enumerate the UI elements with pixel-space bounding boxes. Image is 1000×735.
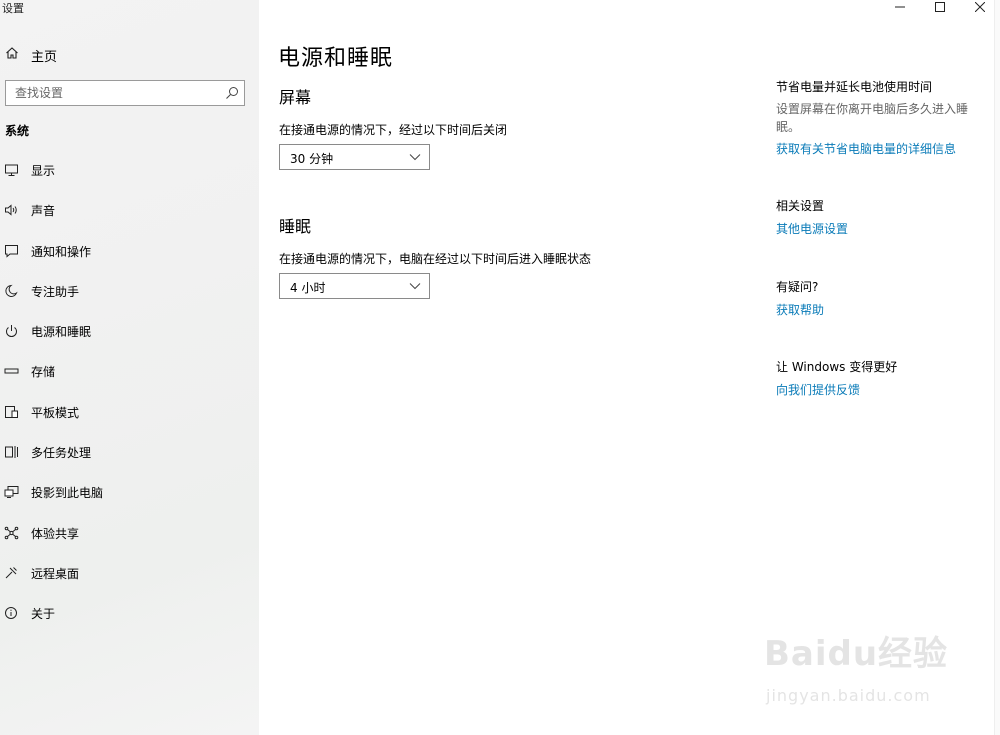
info-icon (5, 607, 17, 620)
search-input[interactable] (6, 81, 216, 105)
sleep-heading: 睡眠 (279, 217, 312, 236)
main-content: 电源和睡眠 屏幕 在接通电源的情况下，经过以下时间后关闭 30 分钟 睡眠 在接… (259, 0, 1000, 735)
window-edge (994, 0, 1000, 735)
sidebar-item-label: 电源和睡眠 (31, 325, 92, 340)
sidebar-item-label: 体验共享 (31, 526, 80, 541)
sidebar-item-label: 声音 (31, 204, 56, 219)
sidebar: 设置 主页 系统 显示 声音 (0, 0, 259, 735)
close-icon (975, 2, 985, 12)
sidebar-item-about[interactable]: 关于 (0, 593, 259, 633)
notification-icon (5, 244, 18, 258)
remote-icon (5, 567, 17, 579)
screen-heading: 屏幕 (279, 88, 312, 107)
search-icon[interactable] (225, 86, 239, 100)
sidebar-item-notifications[interactable]: 通知和操作 (0, 231, 259, 271)
window-title: 设置 (2, 2, 24, 15)
give-feedback-link[interactable]: 向我们提供反馈 (776, 381, 860, 398)
sidebar-item-multitasking[interactable]: 多任务处理 (0, 432, 259, 472)
baidu-watermark: Baidu经验 jingyan.baidu.com (764, 626, 954, 716)
screen-description: 在接通电源的情况下，经过以下时间后关闭 (279, 123, 508, 137)
sidebar-item-tablet-mode[interactable]: 平板模式 (0, 392, 259, 432)
monitor-icon (5, 164, 18, 176)
battery-info-link[interactable]: 获取有关节省电脑电量的详细信息 (776, 140, 956, 157)
sidebar-item-shared-experiences[interactable]: 体验共享 (0, 513, 259, 553)
sidebar-item-label: 多任务处理 (31, 446, 92, 461)
maximize-icon (935, 2, 945, 12)
sidebar-item-power-sleep[interactable]: 电源和睡眠 (0, 311, 259, 351)
sidebar-item-label: 平板模式 (31, 405, 80, 420)
watermark-url: jingyan.baidu.com (766, 686, 931, 705)
sidebar-item-display[interactable]: 显示 (0, 150, 259, 190)
sidebar-item-remote-desktop[interactable]: 远程桌面 (0, 553, 259, 593)
watermark-logo-text: Baidu经验 (764, 634, 949, 674)
sidebar-item-label: 专注助手 (31, 284, 80, 299)
storage-icon (4, 368, 19, 374)
power-icon (6, 325, 17, 338)
tablet-icon (5, 405, 18, 418)
sidebar-item-label: 通知和操作 (31, 244, 92, 259)
battery-text: 设置屏幕在你离开电脑后多久进入睡眠。 (776, 102, 969, 134)
sidebar-item-label: 投影到此电脑 (31, 486, 104, 501)
battery-heading: 节省电量并延长电池使用时间 (776, 80, 933, 94)
sidebar-item-label: 存储 (31, 365, 56, 380)
sidebar-item-label: 显示 (31, 164, 56, 178)
sidebar-nav: 显示 声音 通知和操作 专注助手 电源和睡眠 存储 平板模式 多任务处理 投影到… (0, 150, 259, 634)
speaker-icon (5, 204, 17, 216)
chevron-down-icon (409, 154, 421, 161)
get-help-link[interactable]: 获取帮助 (776, 301, 824, 318)
share-icon (4, 526, 19, 539)
minimize-button[interactable] (880, 0, 920, 14)
page-title: 电源和睡眠 (278, 46, 394, 71)
sleep-description: 在接通电源的情况下，电脑在经过以下时间后进入睡眠状态 (279, 252, 592, 266)
sidebar-item-project[interactable]: 投影到此电脑 (0, 472, 259, 512)
window-controls (880, 0, 1000, 14)
sidebar-item-sound[interactable]: 声音 (0, 190, 259, 230)
moon-icon (5, 284, 18, 297)
multitask-icon (5, 446, 18, 459)
maximize-button[interactable] (920, 0, 960, 14)
home-label: 主页 (31, 50, 58, 65)
search-box[interactable] (5, 80, 245, 106)
sidebar-item-focus-assist[interactable]: 专注助手 (0, 271, 259, 311)
question-heading: 有疑问? (776, 280, 819, 294)
project-icon (4, 486, 19, 499)
minimize-icon (895, 6, 905, 8)
sidebar-item-label: 远程桌面 (31, 566, 80, 581)
additional-power-settings-link[interactable]: 其他电源设置 (776, 220, 848, 237)
screen-timeout-value: 30 分钟 (290, 152, 334, 166)
home-button[interactable]: 主页 (0, 40, 259, 68)
related-settings-heading: 相关设置 (776, 199, 825, 213)
home-icon (6, 47, 18, 59)
section-label: 系统 (5, 124, 30, 138)
chevron-down-icon (409, 283, 421, 290)
screen-timeout-dropdown[interactable]: 30 分钟 (279, 144, 430, 170)
feedback-heading: 让 Windows 变得更好 (776, 360, 898, 374)
sidebar-item-label: 关于 (31, 607, 56, 622)
sleep-timeout-dropdown[interactable]: 4 小时 (279, 273, 430, 299)
sleep-timeout-value: 4 小时 (290, 281, 326, 295)
sidebar-item-storage[interactable]: 存储 (0, 351, 259, 391)
